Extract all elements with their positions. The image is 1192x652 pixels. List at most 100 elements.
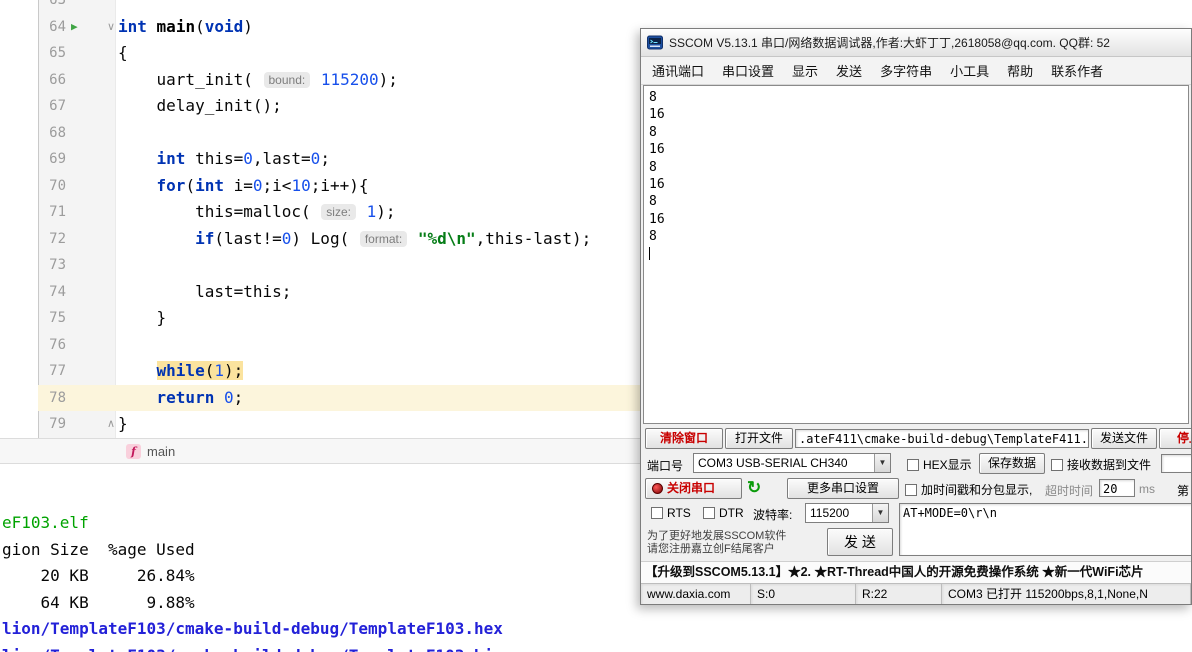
line-number-gutter[interactable]: 69 [38, 146, 104, 173]
line-number-gutter[interactable]: 77 [38, 358, 104, 385]
line-number-gutter[interactable]: 63 [38, 0, 104, 14]
line-number-gutter[interactable]: 76 [38, 332, 104, 359]
timeout-input[interactable]: 20 [1099, 479, 1135, 497]
receive-terminal[interactable]: 8 16 8 16 8 16 8 16 8 [643, 85, 1189, 424]
code-line-66[interactable]: 66 uart_init( bound: 115200); [0, 67, 640, 94]
code-line-73[interactable]: 73 [0, 252, 640, 279]
line-number-gutter[interactable]: 68 [38, 120, 104, 147]
checkbox-box[interactable] [905, 483, 917, 496]
line-number-gutter[interactable]: 73 [38, 252, 104, 279]
status-link-daxia[interactable]: www.daxia.com [641, 584, 751, 604]
hex-display-checkbox[interactable]: HEX显示 [907, 456, 972, 473]
line-number-gutter[interactable]: 74 [38, 279, 104, 306]
code-line-72[interactable]: 72 if(last!=0) Log( format: "%d\n",this-… [0, 226, 640, 253]
build-console[interactable]: eF103.elf gion Size %age Used 20 KB 26.84… [0, 465, 640, 652]
status-cell-3: COM3 已打开 115200bps,8,1,None,N [942, 584, 1191, 604]
fold-marker [104, 173, 118, 200]
fold-marker[interactable]: ∧ [104, 411, 118, 438]
line-number-gutter[interactable]: 78 [38, 384, 104, 411]
clear-window-button[interactable]: 清除窗口 [645, 428, 723, 449]
open-file-button[interactable]: 打开文件 [725, 428, 793, 449]
menu-item-6[interactable]: 小工具 [941, 61, 998, 80]
code-line-65[interactable]: 65 { [0, 40, 640, 67]
file-path-field[interactable]: .ateF411\cmake-build-debug\TemplateF411.… [795, 429, 1089, 448]
checkbox-box[interactable] [651, 507, 663, 519]
chevron-down-icon[interactable]: ▼ [874, 454, 890, 472]
timestamp-checkbox[interactable]: 加时间戳和分包显示, [905, 481, 1032, 498]
timestamp-label: 加时间戳和分包显示, [921, 483, 1033, 497]
timeout-unit-label: ms [1139, 482, 1155, 496]
chevron-down-icon[interactable]: ▼ [872, 504, 888, 522]
code-editor[interactable]: 63 64 ▶ ∨ int main(void) 65{66 uart_init( bou… [0, 0, 640, 438]
run-icon[interactable]: ▶ [71, 14, 78, 41]
send-text-input[interactable]: AT+MODE=0\r\n [899, 503, 1191, 556]
menu-item-3[interactable]: 显示 [783, 61, 827, 80]
code-line-67[interactable]: 67 delay_init(); [0, 93, 640, 120]
fold-marker [104, 305, 118, 332]
more-port-settings-button[interactable]: 更多串口设置 [787, 478, 899, 499]
line-number-gutter[interactable]: 70 [38, 173, 104, 200]
code-token: main [156, 16, 196, 36]
code-token: (last!= [214, 228, 282, 248]
port-label: 端口号 [647, 459, 684, 473]
fold-marker [104, 252, 118, 279]
rts-checkbox[interactable]: RTS [651, 506, 691, 520]
line-number-gutter[interactable]: 67 [38, 93, 104, 120]
code-line-69[interactable]: 69 int this=0,last=0; [0, 146, 640, 173]
code-line-76[interactable]: 76 [0, 332, 640, 359]
send-file-button[interactable]: 发送文件 [1091, 428, 1157, 449]
checkbox-box[interactable] [907, 458, 919, 471]
menu-item-1[interactable]: 通讯端口 [643, 61, 713, 80]
code-line-63[interactable]: 63 [0, 0, 640, 14]
line-number-gutter[interactable]: 71 [38, 199, 104, 226]
line-number-gutter[interactable]: 65 [38, 40, 104, 67]
code-line-71[interactable]: 71 this=malloc( size: 1); [0, 199, 640, 226]
breadcrumb: f main [0, 438, 640, 464]
edge-field[interactable] [1161, 454, 1191, 473]
line-number-gutter[interactable]: 72 [38, 226, 104, 253]
code-token: int [156, 149, 186, 168]
menu-item-8[interactable]: 联系作者 [1042, 61, 1112, 80]
breadcrumb-item-main[interactable]: main [147, 444, 175, 459]
code-line-75[interactable]: 75 } [0, 305, 640, 332]
save-data-button[interactable]: 保存数据 [979, 453, 1045, 474]
code-line-68[interactable]: 68 [0, 120, 640, 147]
line-number-gutter[interactable]: 66 [38, 67, 104, 94]
code-token: int [195, 175, 224, 195]
send-button[interactable]: 发 送 [827, 528, 893, 556]
close-port-button[interactable]: 关闭串口 [645, 478, 742, 499]
sscom-titlebar[interactable]: SSCOM V5.13.1 串口/网络数据调试器,作者:大虾丁丁,2618058… [641, 29, 1191, 57]
line-number: 76 [49, 336, 66, 353]
baud-select[interactable]: 115200 ▼ [805, 503, 889, 523]
menu-item-5[interactable]: 多字符串 [871, 61, 941, 80]
code-token: ,last= [252, 149, 311, 168]
stop-button[interactable]: 停止 [1159, 428, 1191, 449]
code-line-64[interactable]: 64 ▶ ∨ int main(void) [0, 14, 640, 41]
code-line-79[interactable]: 79 ∧} [0, 411, 640, 438]
line-number-gutter[interactable]: 75 [38, 305, 104, 332]
receive-to-file-checkbox[interactable]: 接收数据到文件 [1051, 456, 1151, 473]
line-number: 72 [49, 230, 66, 247]
menu-item-4[interactable]: 发送 [827, 61, 871, 80]
code-line-77[interactable]: 77 while(1); [0, 358, 640, 385]
code-token: ) [243, 16, 253, 36]
fold-marker [104, 146, 118, 173]
dtr-checkbox[interactable]: DTR [703, 506, 744, 520]
menu-item-2[interactable]: 串口设置 [713, 61, 783, 80]
fold-marker[interactable]: ∨ [104, 14, 118, 41]
code-line-78[interactable]: 78 return 0; [0, 384, 640, 411]
promo-banner-link[interactable]: 【升级到SSCOM5.13.1】★2. ★RT-Thread中国人的开源免费操作… [641, 561, 1191, 583]
code-token: last=this; [118, 281, 292, 301]
code-line-74[interactable]: 74 last=this; [0, 279, 640, 306]
terminal-cursor [649, 246, 650, 260]
menu-item-7[interactable]: 帮助 [998, 61, 1042, 80]
code-text: if(last!=0) Log( format: "%d\n",this-las… [118, 226, 640, 253]
checkbox-box[interactable] [703, 507, 715, 519]
line-number-gutter[interactable]: 79 [38, 411, 104, 438]
checkbox-box[interactable] [1051, 458, 1063, 471]
code-line-70[interactable]: 70 for(int i=0;i<10;i++){ [0, 173, 640, 200]
line-number-gutter[interactable]: 64 ▶ [38, 14, 104, 41]
ide-editor-pane: 63 64 ▶ ∨ int main(void) 65{66 uart_init( bou… [0, 0, 640, 652]
refresh-ports-icon[interactable]: ↻ [747, 478, 761, 498]
port-select[interactable]: COM3 USB-SERIAL CH340 ▼ [693, 453, 891, 473]
